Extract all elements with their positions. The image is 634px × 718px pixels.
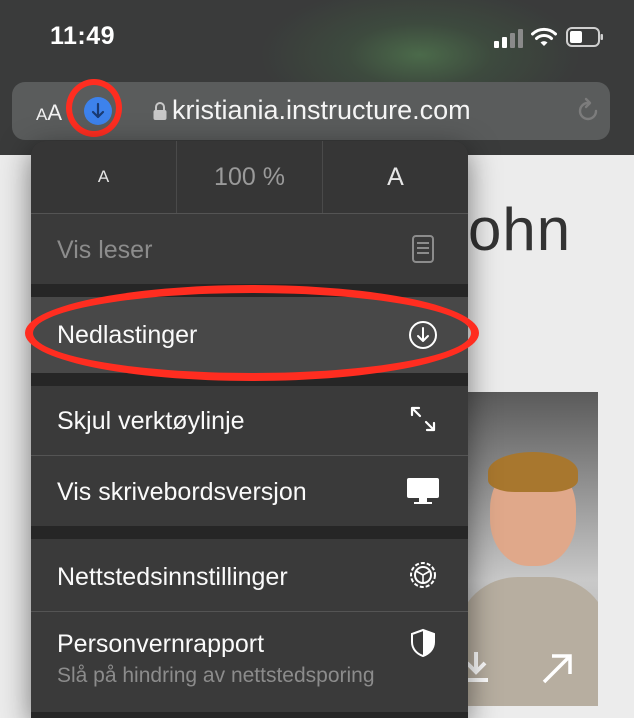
status-time: 11:49 (50, 22, 116, 50)
reader-icon (412, 235, 434, 263)
menu-item-label: Skjul verktøylinje (57, 407, 245, 435)
gear-icon (410, 562, 436, 588)
battery-icon (566, 27, 603, 47)
zoom-level[interactable]: 100 % (177, 141, 322, 213)
text-size-button[interactable]: AA (36, 100, 62, 126)
zoom-in-button[interactable]: A (323, 141, 468, 213)
menu-item-label: Vis leser (57, 236, 153, 264)
cellular-signal-icon (494, 29, 523, 48)
zoom-controls: A 100 % A (31, 141, 468, 213)
menu-item-website-settings[interactable]: Nettstedsinnstillinger (31, 539, 468, 611)
desktop-icon (407, 478, 439, 504)
resize-arrows-icon (410, 406, 436, 432)
menu-item-desktop-site[interactable]: Vis skrivebordsversjon (31, 456, 468, 526)
wifi-icon (531, 27, 557, 46)
annotation-oval (25, 285, 479, 381)
shield-icon (411, 628, 435, 658)
menu-item-hide-toolbar[interactable]: Skjul verktøylinje (31, 386, 468, 455)
menu-item-label: Vis skrivebordsversjon (57, 478, 307, 506)
page-menu: A 100 % A Vis leser Nedlastinger Skjul v… (31, 141, 468, 718)
url-text[interactable]: kristiania.instructure.com (172, 95, 471, 126)
menu-item-reader[interactable]: Vis leser (31, 214, 468, 284)
page-heading: ohn (468, 196, 572, 263)
annotation-circle (66, 79, 122, 137)
menu-item-privacy-report[interactable]: Personvernrapport Slå på hindring av net… (31, 612, 468, 712)
lock-icon (153, 102, 167, 120)
menu-item-label: Nettstedsinnstillinger (57, 563, 288, 591)
menu-item-label: Personvernrapport (57, 630, 265, 658)
zoom-out-button[interactable]: A (31, 141, 176, 213)
expand-arrow-icon[interactable] (540, 652, 574, 686)
reload-icon[interactable] (574, 97, 602, 125)
menu-item-sublabel: Slå på hindring av nettstedsporing (57, 664, 375, 687)
